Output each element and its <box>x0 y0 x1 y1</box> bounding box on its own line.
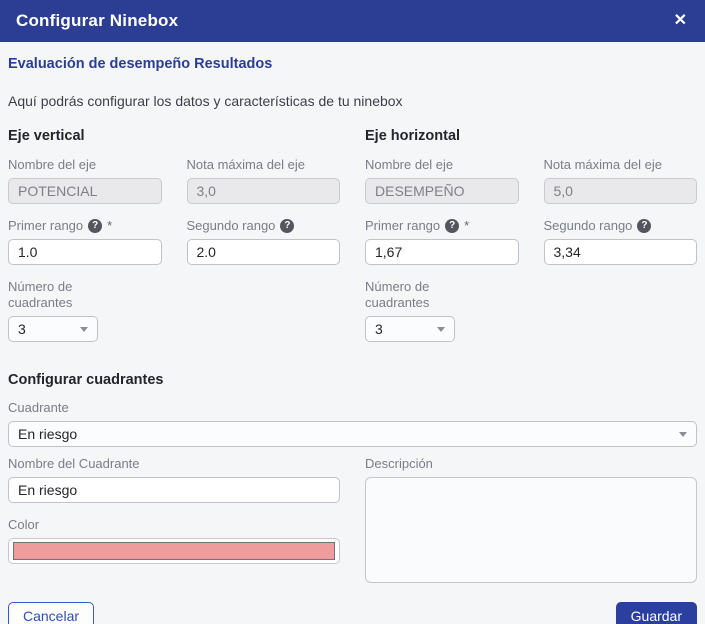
horizontal-quadrants-label: Número de cuadrantes <box>365 279 465 311</box>
horizontal-axis-name-label: Nombre del eje <box>365 157 519 173</box>
quadrant-name-label: Nombre del Cuadrante <box>8 456 340 472</box>
horizontal-axis-max-label: Nota máxima del eje <box>544 157 698 173</box>
quadrant-color-field: Color <box>8 517 340 564</box>
chevron-down-icon <box>437 327 445 332</box>
save-button[interactable]: Guardar <box>616 602 697 624</box>
quadrant-color-label: Color <box>8 517 340 533</box>
quadrant-label: Cuadrante <box>8 400 697 416</box>
chevron-down-icon <box>679 432 687 437</box>
quadrant-select[interactable]: En riesgo <box>8 421 697 447</box>
vertical-first-range-label: Primer rango <box>8 218 83 234</box>
vertical-second-range-field: Segundo rango ? <box>187 218 341 265</box>
horizontal-quadrants-field: Número de cuadrantes 3 <box>365 279 697 342</box>
vertical-axis-max-input <box>187 178 341 204</box>
quadrant-description-textarea[interactable] <box>365 477 697 583</box>
help-icon[interactable]: ? <box>88 219 102 233</box>
vertical-first-range-input[interactable] <box>8 239 162 265</box>
vertical-axis-max-field: Nota máxima del eje <box>187 157 341 204</box>
horizontal-axis-max-input <box>544 178 698 204</box>
vertical-quadrants-field: Número de cuadrantes 3 <box>8 279 340 342</box>
quadrant-name-field: Nombre del Cuadrante <box>8 456 340 503</box>
horizontal-second-range-label: Segundo rango <box>544 218 633 234</box>
horizontal-quadrants-value: 3 <box>375 321 383 337</box>
configure-ninebox-modal: Configurar Ninebox ✕ Evaluación de desem… <box>0 0 705 624</box>
evaluation-subtitle: Evaluación de desempeño Resultados <box>8 56 697 72</box>
modal-description: Aquí podrás configurar los datos y carac… <box>8 93 697 109</box>
horizontal-second-range-field: Segundo rango ? <box>544 218 698 265</box>
help-icon[interactable]: ? <box>280 219 294 233</box>
help-icon[interactable]: ? <box>445 219 459 233</box>
color-picker[interactable] <box>8 538 340 564</box>
horizontal-first-range-field: Primer rango ? * <box>365 218 519 265</box>
required-marker: * <box>464 218 469 234</box>
quadrant-left-column: Nombre del Cuadrante Color <box>8 456 340 602</box>
horizontal-axis-name-field: Nombre del eje <box>365 157 519 204</box>
vertical-axis-name-label: Nombre del eje <box>8 157 162 173</box>
horizontal-axis-name-input <box>365 178 519 204</box>
close-icon[interactable]: ✕ <box>672 9 689 33</box>
vertical-first-range-field: Primer rango ? * <box>8 218 162 265</box>
quadrant-name-input[interactable] <box>8 477 340 503</box>
vertical-second-range-label: Segundo rango <box>187 218 276 234</box>
horizontal-first-range-label: Primer rango <box>365 218 440 234</box>
vertical-axis-max-label: Nota máxima del eje <box>187 157 341 173</box>
help-icon[interactable]: ? <box>637 219 651 233</box>
quadrant-description-label: Descripción <box>365 456 697 472</box>
modal-title: Configurar Ninebox <box>16 11 178 31</box>
quadrant-field: Cuadrante En riesgo <box>8 400 697 447</box>
vertical-axis-name-field: Nombre del eje <box>8 157 162 204</box>
horizontal-second-range-input[interactable] <box>544 239 698 265</box>
modal-body: Evaluación de desempeño Resultados Aquí … <box>0 42 705 602</box>
vertical-quadrants-label: Número de cuadrantes <box>8 279 108 311</box>
horizontal-axis-max-field: Nota máxima del eje <box>544 157 698 204</box>
modal-footer: Cancelar Guardar <box>0 602 705 624</box>
chevron-down-icon <box>80 327 88 332</box>
vertical-second-range-input[interactable] <box>187 239 341 265</box>
modal-header: Configurar Ninebox ✕ <box>0 0 705 42</box>
horizontal-first-range-input[interactable] <box>365 239 519 265</box>
quadrant-select-value: En riesgo <box>18 426 77 442</box>
axes-form: Eje vertical Eje horizontal Nombre del e… <box>8 128 697 356</box>
cancel-button[interactable]: Cancelar <box>8 602 94 624</box>
vertical-axis-name-input <box>8 178 162 204</box>
required-marker: * <box>107 218 112 234</box>
quadrant-description-field: Descripción <box>365 456 697 588</box>
quadrant-right-column: Descripción <box>365 456 697 602</box>
color-swatch <box>13 542 335 560</box>
horizontal-quadrants-select[interactable]: 3 <box>365 316 455 342</box>
vertical-axis-heading: Eje vertical <box>8 128 340 144</box>
quadrant-detail-form: Nombre del Cuadrante Color Descripción <box>8 456 697 602</box>
horizontal-axis-heading: Eje horizontal <box>365 128 697 144</box>
vertical-quadrants-select[interactable]: 3 <box>8 316 98 342</box>
configure-quadrants-heading: Configurar cuadrantes <box>8 372 697 388</box>
vertical-quadrants-value: 3 <box>18 321 26 337</box>
